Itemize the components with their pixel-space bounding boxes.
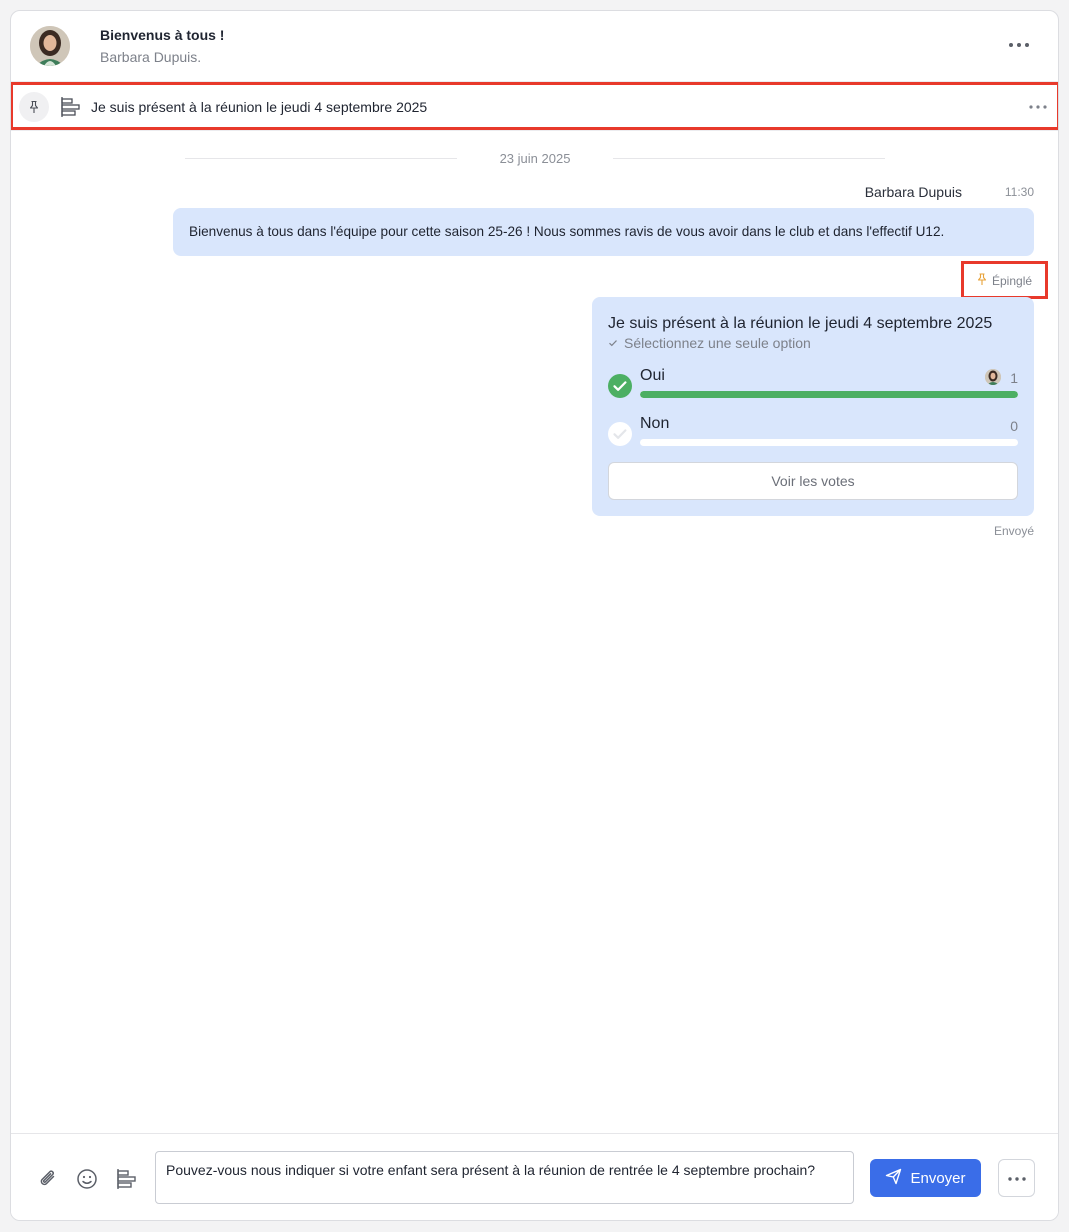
- poll-option-non[interactable]: Non 0: [608, 415, 1018, 455]
- poll-option-bar: [640, 439, 1018, 446]
- message-status: Envoyé: [993, 524, 1034, 538]
- message-input[interactable]: Pouvez-vous nous indiquer si votre enfan…: [155, 1151, 854, 1204]
- chat-subtitle: Barbara Dupuis.: [100, 49, 202, 65]
- more-icon[interactable]: [1006, 33, 1034, 57]
- see-votes-button[interactable]: Voir les votes: [608, 462, 1018, 500]
- poll-option-label: Oui: [640, 367, 665, 384]
- send-button[interactable]: Envoyer: [870, 1159, 981, 1197]
- pinned-label: Épinglé: [992, 274, 1033, 288]
- pin-icon: [976, 273, 988, 289]
- voter-avatar: [985, 369, 1001, 385]
- check-icon[interactable]: [608, 374, 632, 398]
- poll-option-oui[interactable]: Oui 1: [608, 367, 1018, 407]
- poll-card: Je suis présent à la réunion le jeudi 4 …: [592, 297, 1034, 516]
- more-options-button[interactable]: [998, 1159, 1035, 1197]
- poll-icon[interactable]: [115, 1167, 139, 1191]
- more-icon[interactable]: [1026, 96, 1050, 118]
- poll-question: Je suis présent à la réunion le jeudi 4 …: [608, 315, 993, 332]
- sender-name: Barbara Dupuis: [864, 184, 962, 200]
- chat-header: Bienvenus à tous ! Barbara Dupuis.: [11, 11, 1058, 81]
- poll-option-label: Non: [640, 415, 670, 432]
- pinned-tag: Épinglé: [961, 261, 1048, 299]
- message-bubble[interactable]: Bienvenus à tous dans l'équipe pour cett…: [173, 208, 1034, 256]
- chat-window: Bienvenus à tous ! Barbara Dupuis. Je su…: [10, 10, 1059, 1221]
- check-icon[interactable]: [608, 422, 632, 446]
- poll-option-fill: [640, 391, 1018, 398]
- send-icon: [885, 1168, 902, 1189]
- poll-option-count: 0: [1010, 418, 1018, 434]
- composer: Pouvez-vous nous indiquer si votre enfan…: [11, 1133, 1058, 1220]
- date-label: 23 juin 2025: [499, 151, 571, 166]
- send-label: Envoyer: [910, 1169, 966, 1187]
- paperclip-icon[interactable]: [36, 1167, 60, 1191]
- date-separator: 23 juin 2025: [185, 149, 885, 169]
- pin-icon[interactable]: [19, 92, 49, 122]
- pinned-message-bar[interactable]: Je suis présent à la réunion le jeudi 4 …: [11, 81, 1058, 131]
- chat-title: Bienvenus à tous !: [100, 27, 225, 43]
- more-icon: [1007, 1169, 1027, 1187]
- poll-subtitle: Sélectionnez une seule option: [624, 335, 811, 351]
- message-time: 11:30: [1004, 185, 1034, 199]
- poll-icon: [60, 96, 82, 118]
- check-icon: [608, 335, 618, 351]
- poll-option-bar: [640, 391, 1018, 398]
- avatar[interactable]: [30, 26, 70, 66]
- poll-option-count: 1: [1010, 370, 1018, 386]
- poll-instructions: Sélectionnez une seule option: [608, 335, 811, 351]
- pinned-message-text[interactable]: Je suis présent à la réunion le jeudi 4 …: [91, 99, 427, 115]
- emoji-icon[interactable]: [75, 1167, 99, 1191]
